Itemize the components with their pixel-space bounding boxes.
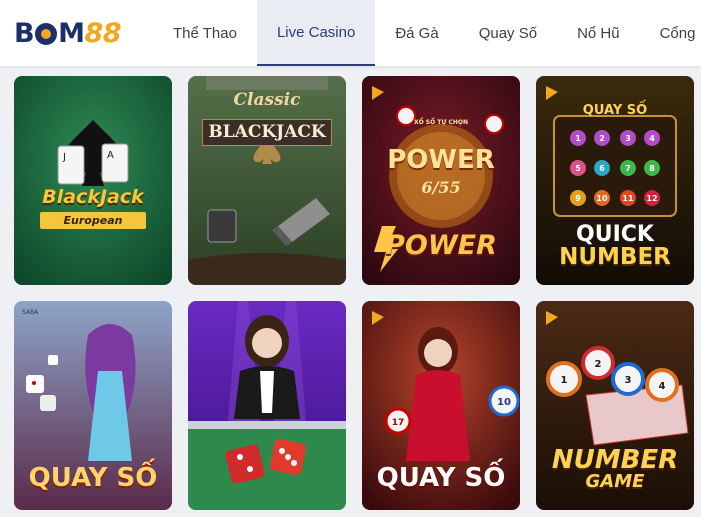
game-card-dice-dealer[interactable]: [188, 301, 346, 510]
svg-text:10: 10: [497, 397, 511, 408]
svg-text:4: 4: [659, 381, 666, 392]
game-title: POWER: [387, 145, 495, 175]
game-subtitle: GAME: [585, 471, 645, 492]
svg-text:J: J: [62, 152, 66, 163]
svg-text:7: 7: [625, 164, 631, 173]
page: B M 88 Thể Thao Live Casino Đá Gà Quay S…: [0, 0, 701, 517]
svg-text:3: 3: [625, 134, 631, 143]
main-nav: Thể Thao Live Casino Đá Gà Quay Số Nổ Hũ…: [153, 0, 701, 66]
svg-text:3: 3: [625, 375, 632, 386]
game-title: BlackJack: [42, 186, 144, 208]
game-banner: QUAY SỐ: [582, 103, 648, 118]
game-card-classic-blackjack[interactable]: Classic BLACKJACK: [188, 76, 346, 285]
game-card-number-game[interactable]: 1 2 3 4 NUMBER GAME: [536, 301, 694, 510]
svg-text:A: A: [107, 150, 114, 161]
game-title: QUAY SỐ: [28, 463, 158, 493]
svg-text:9: 9: [575, 194, 581, 203]
logo-letter-b: B: [14, 17, 35, 49]
game-subtitle: European: [40, 212, 146, 229]
game-title: QUAY SỐ: [376, 463, 506, 493]
nav-item-live-casino[interactable]: Live Casino: [256, 0, 376, 66]
nav-item-da-ga[interactable]: Đá Gà: [375, 0, 458, 66]
game-title: Classic: [233, 90, 301, 110]
svg-text:10: 10: [596, 194, 608, 203]
game-subtitle: BLACKJACK: [202, 119, 332, 146]
logo-football-icon: [35, 23, 58, 45]
top-header: B M 88 Thể Thao Live Casino Đá Gà Quay S…: [0, 0, 701, 66]
svg-text:2: 2: [595, 359, 602, 370]
svg-text:6: 6: [599, 164, 605, 173]
game-subtitle: 6/55: [421, 178, 461, 197]
dice-dealer-artwork: [188, 301, 346, 510]
svg-text:8: 8: [649, 164, 655, 173]
svg-text:4: 4: [649, 134, 655, 143]
game-card-quick-number[interactable]: 1 2 3 4 5 6 7 8 9 10 11 12 QUAY SỐ QUICK…: [536, 76, 694, 285]
svg-text:2: 2: [599, 134, 605, 143]
game-title: QUICK: [576, 222, 654, 247]
brand-logo[interactable]: B M 88: [14, 17, 122, 49]
game-card-power-655[interactable]: XỔ SỐ TỰ CHỌN POWER 6/55 POWER: [362, 76, 520, 285]
nav-item-no-hu[interactable]: Nổ Hũ: [557, 0, 640, 66]
nav-item-quay-so[interactable]: Quay Số: [459, 0, 557, 66]
svg-text:1: 1: [561, 375, 568, 386]
game-title: NUMBER: [551, 445, 679, 475]
game-footer-label: POWER: [385, 230, 497, 261]
provider-tag: SABA: [22, 309, 39, 316]
nav-item-cong[interactable]: Cổng: [640, 0, 701, 66]
svg-text:5: 5: [575, 164, 581, 173]
svg-text:1: 1: [575, 134, 581, 143]
logo-number: 88: [84, 17, 122, 49]
game-subtitle: NUMBER: [559, 244, 671, 270]
game-card-blackjack-european[interactable]: J A BlackJack European: [14, 76, 172, 285]
blackjack-european-artwork: J A: [14, 76, 172, 285]
svg-text:11: 11: [622, 194, 634, 203]
game-banner: XỔ SỐ TỰ CHỌN: [413, 119, 469, 126]
game-card-quay-so-saba[interactable]: SABA QUAY SỐ: [14, 301, 172, 510]
game-card-quay-so-lottery[interactable]: 10 17 QUAY SỐ: [362, 301, 520, 510]
game-grid: J A BlackJack European Classic BLACKJACK: [14, 76, 694, 510]
svg-text:17: 17: [392, 418, 405, 428]
logo-letter-m: M: [58, 17, 85, 49]
nav-item-the-thao[interactable]: Thể Thao: [153, 0, 257, 66]
svg-text:12: 12: [646, 194, 657, 203]
